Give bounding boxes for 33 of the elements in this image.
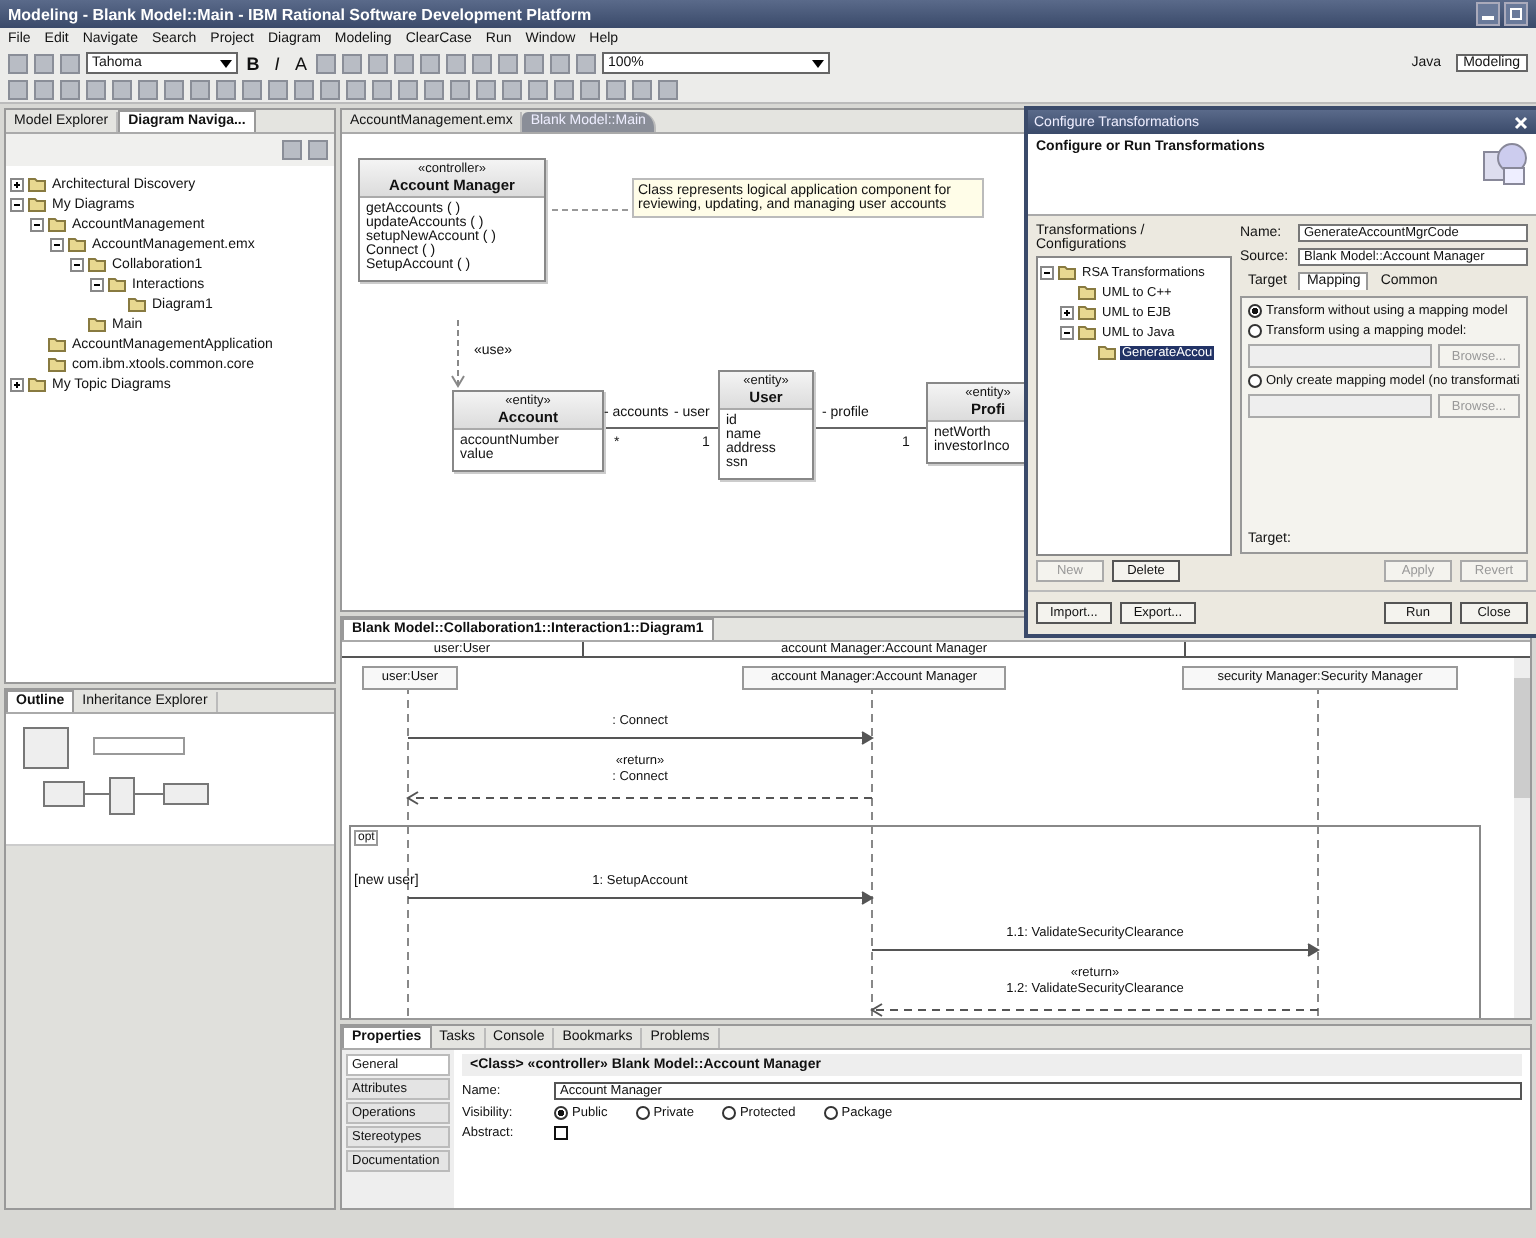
collapse-icon[interactable] — [70, 257, 84, 271]
font-color-button[interactable]: A — [292, 53, 310, 73]
window-title: Modeling - Blank Model::Main - IBM Rational Software Development Platform — [8, 5, 594, 23]
expand-icon[interactable] — [1060, 305, 1074, 319]
minimize-icon[interactable] — [1476, 2, 1500, 26]
collapse-icon[interactable] — [1040, 265, 1054, 279]
radio-indicator[interactable] — [1248, 374, 1262, 388]
radio-indicator[interactable] — [1248, 304, 1262, 318]
collapse-icon[interactable] — [30, 217, 44, 231]
radio-indicator[interactable] — [554, 1106, 568, 1120]
folder-icon — [88, 316, 106, 332]
collapse-icon[interactable] — [10, 197, 24, 211]
dependency-line — [451, 319, 465, 388]
caret-icon — [220, 60, 232, 68]
italic-button[interactable]: I — [268, 53, 286, 73]
path-field[interactable] — [1248, 344, 1432, 368]
maximize-icon[interactable] — [1504, 2, 1528, 26]
checkbox[interactable] — [554, 1126, 568, 1140]
radio-indicator[interactable] — [823, 1106, 838, 1120]
collapse-icon[interactable] — [90, 277, 104, 291]
collapse-icon[interactable] — [50, 237, 64, 251]
path-field[interactable] — [1248, 394, 1432, 418]
close-icon[interactable] — [1512, 113, 1530, 131]
radio-indicator[interactable] — [721, 1106, 736, 1120]
transform-icon — [1480, 140, 1528, 188]
bold-button[interactable]: B — [244, 53, 262, 73]
collapse-icon[interactable] — [1060, 325, 1074, 339]
scrollbar[interactable] — [1514, 658, 1530, 1018]
expand-icon[interactable] — [10, 377, 24, 391]
caret-icon — [812, 60, 824, 68]
expand-icon[interactable] — [10, 177, 24, 191]
radio-indicator[interactable] — [1248, 324, 1262, 338]
radio-indicator[interactable] — [635, 1106, 650, 1120]
